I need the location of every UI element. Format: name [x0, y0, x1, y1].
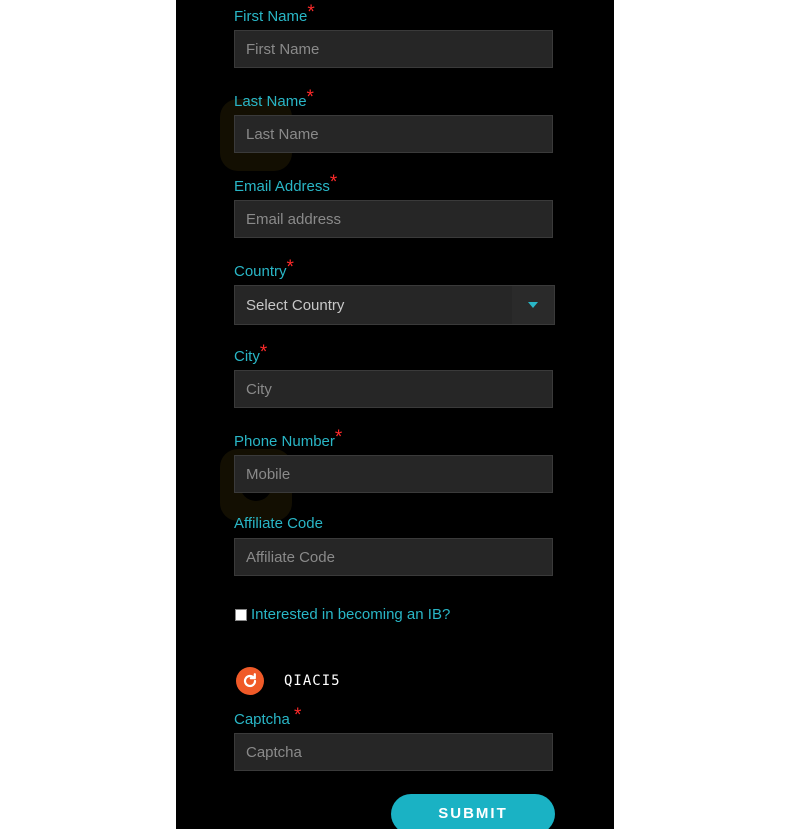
ib-checkbox-label[interactable]: Interested in becoming an IB? [251, 606, 450, 623]
last-name-label: Last Name* [234, 87, 314, 110]
city-label: City* [234, 342, 268, 365]
phone-label: Phone Number* [234, 427, 343, 450]
captcha-display: QIACI5 [236, 667, 341, 695]
ib-checkbox-row[interactable]: Interested in becoming an IB? [234, 606, 450, 623]
required-asterisk: * [286, 257, 294, 278]
first-name-label: First Name* [234, 2, 315, 25]
captcha-code: QIACI5 [284, 673, 341, 689]
required-asterisk: * [307, 2, 315, 23]
caret-down-icon [528, 302, 538, 308]
affiliate-code-label: Affiliate Code [234, 515, 323, 532]
affiliate-code-input[interactable] [234, 538, 553, 576]
refresh-icon-glyph [243, 673, 257, 688]
first-name-input[interactable] [234, 30, 553, 68]
refresh-icon[interactable] [236, 667, 264, 695]
ib-checkbox[interactable] [235, 608, 247, 621]
captcha-input[interactable] [234, 733, 553, 771]
email-input[interactable] [234, 200, 553, 238]
required-asterisk: * [306, 87, 314, 108]
submit-button[interactable]: SUBMIT [391, 794, 555, 829]
country-dropdown-toggle[interactable] [512, 286, 554, 324]
phone-input[interactable] [234, 455, 553, 493]
email-label: Email Address* [234, 172, 338, 195]
city-input[interactable] [234, 370, 553, 408]
required-asterisk: * [329, 172, 338, 193]
country-select-value: Select Country [246, 297, 345, 314]
country-select[interactable]: Select Country [234, 285, 555, 325]
required-asterisk: * [259, 342, 268, 363]
required-asterisk: * [334, 427, 343, 448]
captcha-label: Captcha * [234, 705, 302, 728]
last-name-input[interactable] [234, 115, 553, 153]
required-asterisk: * [294, 705, 302, 726]
country-label: Country* [234, 257, 294, 280]
registration-form-panel: First Name* Last Name* Email Address* Co… [176, 0, 614, 829]
